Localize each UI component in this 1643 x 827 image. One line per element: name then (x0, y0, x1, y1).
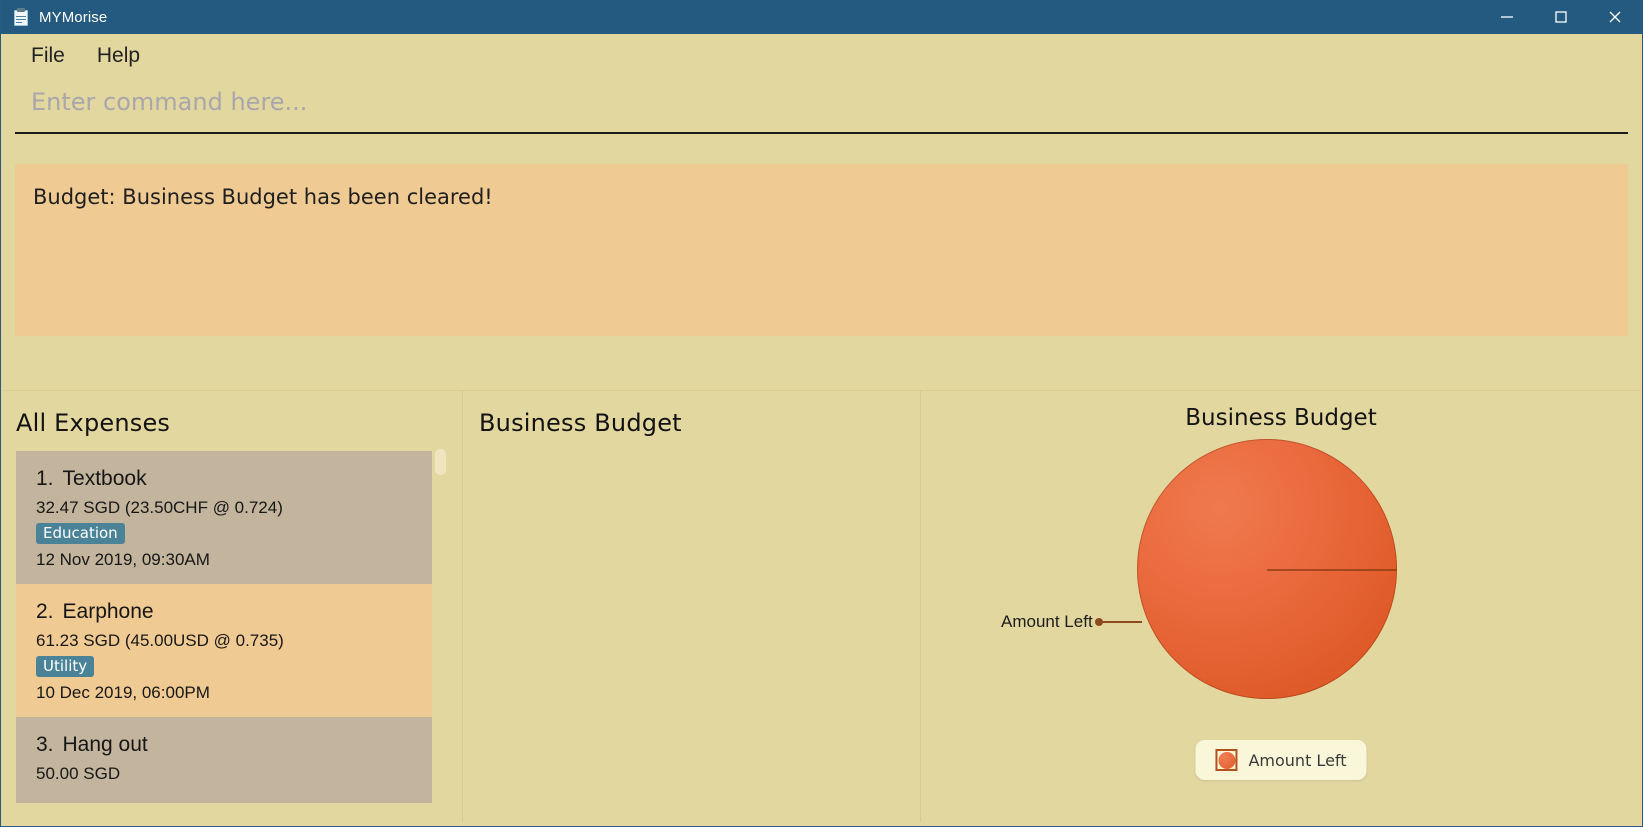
expense-name: Hang out (62, 733, 148, 756)
expense-index: 3. (36, 733, 54, 756)
list-item[interactable]: 1. Textbook 32.47 SGD (23.50CHF @ 0.724) … (16, 451, 432, 584)
expense-name: Earphone (62, 600, 154, 623)
result-zone: Budget: Business Budget has been cleared… (1, 164, 1642, 336)
expense-title: 3. Hang out (36, 733, 412, 757)
budget-panel: Business Budget (462, 391, 920, 822)
list-item[interactable]: 2. Earphone 61.23 SGD (45.00USD @ 0.735) … (16, 584, 432, 717)
menubar: File Help (1, 34, 1642, 78)
chart-legend: Amount Left (1195, 740, 1367, 780)
expense-tag-row: Education (36, 523, 412, 544)
expense-index: 2. (36, 600, 54, 623)
expenses-panel-title: All Expenses (16, 409, 171, 437)
minimize-icon[interactable] (1480, 0, 1534, 34)
legend-swatch-icon (1215, 749, 1238, 771)
chart-panel: Business Budget Amount Left Amount Left (920, 391, 1641, 822)
expense-tag: Education (36, 523, 125, 544)
result-message: Budget: Business Budget has been cleared… (33, 185, 493, 209)
expense-tag-row: Utility (36, 656, 412, 677)
maximize-icon[interactable] (1534, 0, 1588, 34)
expense-tag: Utility (36, 656, 95, 677)
expense-index: 1. (36, 467, 54, 490)
clipboard-icon (13, 8, 29, 26)
pie-area: Amount Left (921, 439, 1641, 739)
menu-item-help[interactable]: Help (85, 41, 152, 71)
command-zone (1, 78, 1642, 164)
expense-amount: 61.23 SGD (45.00USD @ 0.735) (36, 631, 284, 650)
expense-title: 1. Textbook (36, 467, 412, 491)
app-window: MYMorise File Help Budget: Business Budg… (0, 0, 1643, 827)
menu-item-file[interactable]: File (19, 41, 77, 71)
scrollbar-thumb[interactable] (435, 449, 446, 475)
chart-title: Business Budget (1185, 405, 1377, 431)
window-controls (1480, 0, 1642, 34)
window-title: MYMorise (39, 8, 108, 26)
titlebar: MYMorise (1, 0, 1642, 34)
pie-slice-label: Amount Left (1001, 612, 1093, 631)
expense-date: 12 Nov 2019, 09:30AM (36, 550, 210, 569)
pie-chart: Business Budget Amount Left Amount Left (921, 391, 1641, 822)
expense-list[interactable]: 1. Textbook 32.47 SGD (23.50CHF @ 0.724) … (16, 451, 432, 822)
pie-slice-amount-left[interactable] (1137, 439, 1397, 699)
expense-date: 10 Dec 2019, 06:00PM (36, 683, 210, 702)
expenses-panel: All Expenses 1. Textbook 32.47 SGD (23.50… (2, 391, 462, 822)
main-panels: All Expenses 1. Textbook 32.47 SGD (23.50… (2, 390, 1641, 822)
expense-amount: 50.00 SGD (36, 764, 121, 783)
list-item[interactable]: 3. Hang out 50.00 SGD (16, 717, 432, 803)
result-display: Budget: Business Budget has been cleared… (15, 164, 1628, 336)
close-icon[interactable] (1588, 0, 1642, 34)
command-input[interactable] (15, 78, 1628, 134)
pie-slice-divider (1267, 569, 1397, 571)
legend-label: Amount Left (1248, 750, 1347, 770)
pie-label-leader-line (1097, 621, 1142, 623)
expense-list-scrollbar[interactable] (433, 449, 448, 821)
expense-amount: 32.47 SGD (23.50CHF @ 0.724) (36, 498, 283, 517)
expense-name: Textbook (62, 467, 147, 490)
budget-panel-title: Business Budget (479, 409, 682, 437)
expense-title: 2. Earphone (36, 600, 412, 624)
